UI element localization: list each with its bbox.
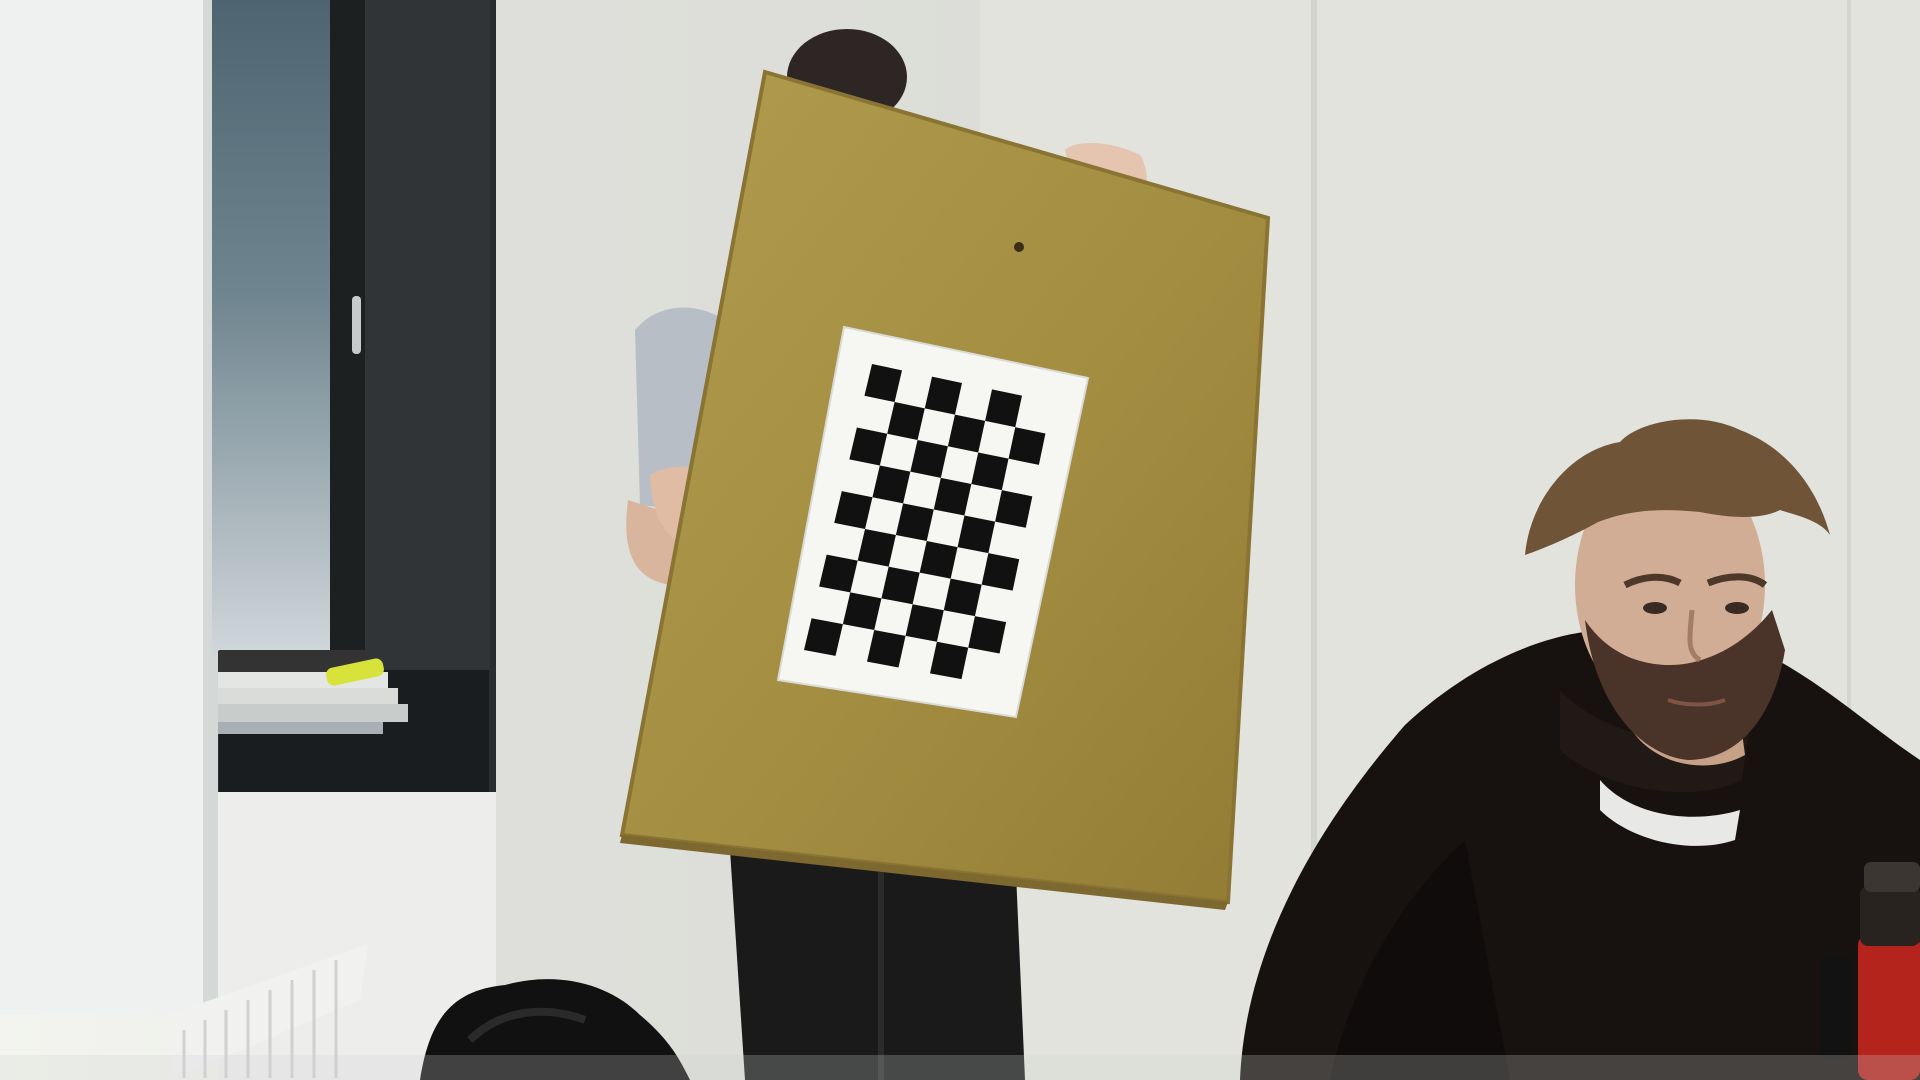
checkerboard-square bbox=[995, 490, 1033, 528]
bottom-shadow bbox=[0, 1055, 1920, 1080]
trousers bbox=[730, 850, 1025, 1080]
checkerboard-square bbox=[930, 641, 969, 680]
window-frame-inner bbox=[365, 0, 490, 670]
checkerboard-square bbox=[943, 578, 982, 617]
eye-right bbox=[1725, 602, 1749, 614]
thermos-handle-icon bbox=[1820, 955, 1850, 1060]
checkerboard-square bbox=[981, 553, 1020, 591]
books-stack bbox=[218, 650, 408, 734]
board-hole bbox=[1014, 242, 1024, 252]
trousers-seam bbox=[878, 860, 884, 1080]
checkerboard-square bbox=[1008, 427, 1046, 465]
window-glass bbox=[212, 0, 337, 660]
checkerboard-square bbox=[968, 616, 1007, 654]
eye-left bbox=[1643, 602, 1667, 614]
scene-svg bbox=[0, 0, 1920, 1080]
window-handle bbox=[352, 296, 361, 354]
window-blind bbox=[0, 0, 218, 1015]
photo-scene bbox=[0, 0, 1920, 1080]
